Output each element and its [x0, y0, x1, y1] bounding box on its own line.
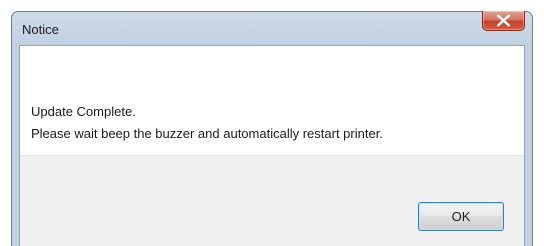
- message-line-2: Please wait beep the buzzer and automati…: [31, 126, 383, 141]
- message-text: Update Complete. Please wait beep the bu…: [31, 101, 383, 145]
- notice-dialog: Notice Update Complete. Please wait beep…: [11, 11, 533, 246]
- close-icon: [497, 14, 510, 27]
- message-line-1: Update Complete.: [31, 104, 136, 119]
- close-button[interactable]: [482, 11, 525, 31]
- ok-button[interactable]: OK: [418, 202, 504, 231]
- dialog-content: Update Complete. Please wait beep the bu…: [19, 45, 525, 246]
- dialog-title: Notice: [22, 22, 59, 37]
- button-area: OK: [20, 155, 524, 246]
